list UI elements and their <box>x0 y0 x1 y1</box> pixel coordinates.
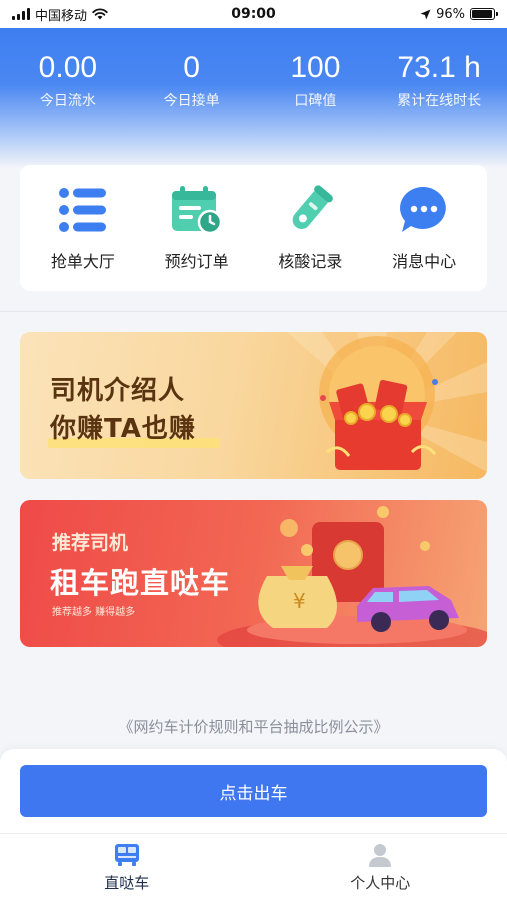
stat-reputation: 100 口碑值 <box>270 50 360 110</box>
quick-menu: 抢单大厅 预约订单 核酸记录 消息中心 <box>20 165 487 291</box>
stat-orders: 0 今日接单 <box>147 50 237 110</box>
stat-label: 今日接单 <box>163 93 220 109</box>
test-tube-icon <box>284 184 336 236</box>
menu-reserved-orders[interactable]: 预约订单 <box>142 184 252 272</box>
stat-online-hours: 73.1 h 累计在线时长 <box>394 50 484 110</box>
banner-title: 租车跑直哒车 <box>50 566 231 600</box>
menu-label: 核酸记录 <box>278 252 343 271</box>
menu-message-center[interactable]: 消息中心 <box>369 184 479 272</box>
menu-grab-orders[interactable]: 抢单大厅 <box>28 184 138 272</box>
stat-value: 73.1 h <box>397 51 481 84</box>
status-left: 中国移动 <box>12 5 108 24</box>
wifi-icon <box>92 8 108 20</box>
rental-banner[interactable]: ¥ 推荐司机 租车跑直哒车 推荐越多 赚得越多 <box>20 500 487 647</box>
tab-bar: 直哒车 个人中心 <box>0 833 507 900</box>
tab-label: 直哒车 <box>104 874 150 892</box>
banner-subtitle: 推荐越多 赚得越多 <box>52 607 136 618</box>
clock: 09:00 <box>231 6 276 22</box>
banner-title-line1: 司机介绍人 <box>50 376 186 406</box>
go-online-button[interactable]: 点击出车 <box>20 765 487 817</box>
bus-icon <box>114 844 139 866</box>
calendar-clock-icon <box>171 184 223 236</box>
battery-fill <box>472 10 493 18</box>
person-icon <box>369 844 392 867</box>
menu-nucleic-records[interactable]: 核酸记录 <box>255 184 365 272</box>
status-right: 96% <box>420 6 498 22</box>
stat-label: 今日流水 <box>39 93 96 109</box>
section-divider <box>0 311 507 312</box>
action-area: 点击出车 <box>0 749 507 833</box>
stats-header: 0.00 今日流水 0 今日接单 100 口碑值 73.1 h 累计在线时长 <box>0 28 507 168</box>
battery-icon <box>470 8 498 20</box>
menu-label: 抢单大厅 <box>50 252 115 271</box>
svg-text:¥: ¥ <box>293 589 306 613</box>
stat-value: 100 <box>290 51 341 84</box>
menu-label: 消息中心 <box>392 252 457 271</box>
stat-value: 0 <box>183 51 200 84</box>
money-bag-car-illustration: ¥ <box>217 506 487 647</box>
stat-revenue: 0.00 今日流水 <box>23 50 113 110</box>
red-envelope-gift-illustration <box>287 332 487 472</box>
location-arrow-icon <box>420 9 431 19</box>
chat-bubble-icon <box>398 184 450 236</box>
banner-tag: 推荐司机 <box>52 532 129 554</box>
signal-icon <box>12 8 30 20</box>
tab-profile[interactable]: 个人中心 <box>254 834 507 900</box>
list-icon <box>57 184 109 236</box>
stats-row: 0.00 今日流水 0 今日接单 100 口碑值 73.1 h 累计在线时长 <box>0 50 507 110</box>
stat-label: 累计在线时长 <box>397 93 482 109</box>
pricing-rules-link[interactable]: 《网约车计价规则和平台抽成比例公示》 <box>0 716 507 737</box>
battery-percent: 96% <box>436 6 465 22</box>
referral-banner[interactable]: 司机介绍人 你赚TA也赚 <box>20 332 487 479</box>
banner-title-line2: 你赚TA也赚 <box>50 414 196 444</box>
tab-home[interactable]: 直哒车 <box>0 834 254 900</box>
carrier-label: 中国移动 <box>35 8 88 24</box>
stat-label: 口碑值 <box>294 93 337 109</box>
menu-label: 预约订单 <box>164 252 229 271</box>
status-bar: 中国移动 09:00 96% <box>0 0 507 28</box>
tab-label: 个人中心 <box>350 874 411 892</box>
stat-value: 0.00 <box>38 51 98 84</box>
